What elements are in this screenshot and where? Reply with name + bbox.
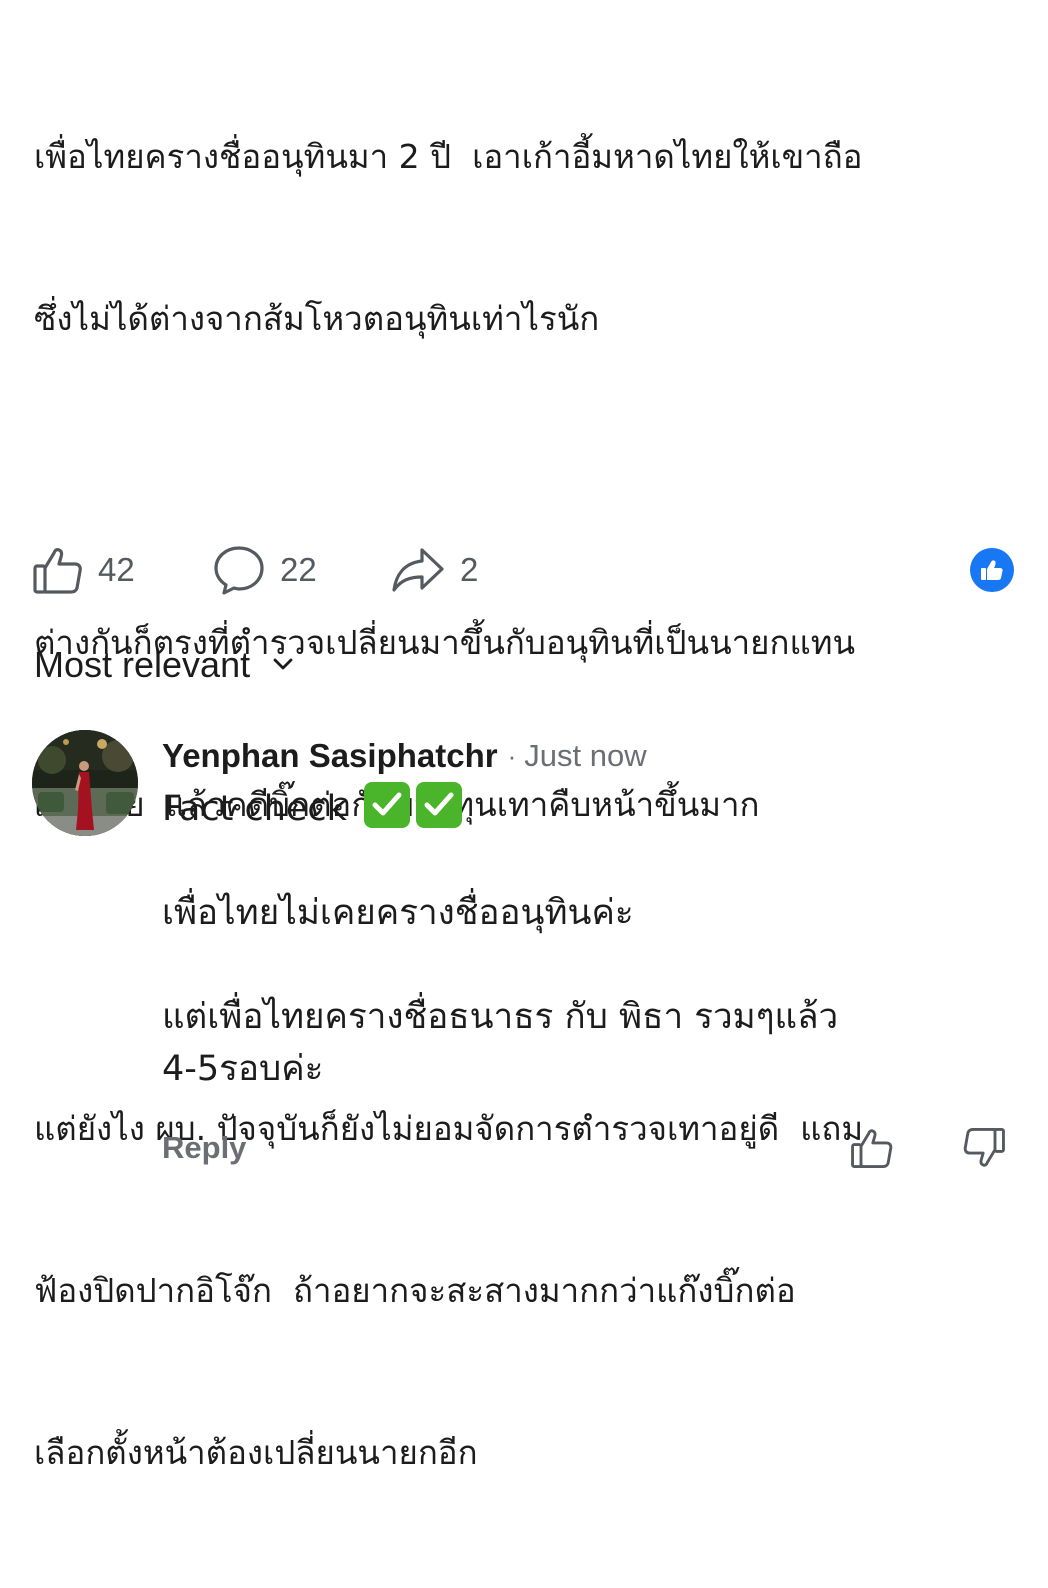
thumbs-down-icon [962, 1127, 1006, 1174]
reply-button[interactable]: Reply [162, 1130, 246, 1166]
comment-paragraph: เพื่อไทยไม่เคยครางชื่ออนุทินค่ะ [162, 887, 1022, 939]
separator-dot: · [507, 740, 517, 771]
chevron-down-icon [250, 656, 294, 675]
comment-actions: Reply [162, 1122, 1008, 1174]
post-line: เลือกตั้งหน้าต้องเปลี่ยนนายกอีก [34, 1433, 478, 1472]
comment-paragraph: แต่เพื่อไทยครางชื่อธนาธร กับ พิธา รวมๆแล… [162, 991, 1022, 1095]
share-arrow-icon [390, 544, 446, 596]
check-mark-button-icon [416, 782, 463, 828]
post-line: ฟ้องปิดปากอิโจ๊ก ถ้าอยากจะสะสางมากกว่าแก… [34, 1271, 796, 1310]
upvote-button[interactable] [850, 1126, 894, 1174]
post-actions-bar: 42 22 2 [32, 540, 1022, 600]
post-line: ซึ่งไม่ได้ต่างจากส้มโหวตอนุทินเท่าไรนัก [34, 299, 600, 338]
comment-sort-dropdown[interactable]: Most relevant [34, 640, 294, 690]
thumbs-up-icon [850, 1129, 894, 1174]
like-count: 42 [98, 551, 135, 588]
comment-text: Fact check เพื่อไทยไม่เคยครางชื่ออนุทินค… [162, 782, 1022, 1095]
sort-label: Most relevant [34, 644, 251, 685]
comment-paragraph: Fact check [162, 782, 1022, 835]
comment-line: แต่เพื่อไทยครางชื่อธนาธร กับ พิธา รวมๆแล… [162, 997, 839, 1037]
comment-header: Yenphan Sasiphatchr · Just now [162, 730, 1022, 782]
share-button[interactable]: 2 [390, 540, 478, 600]
share-count: 2 [460, 551, 479, 588]
thumbs-up-icon [32, 544, 84, 596]
comment-line: Fact check [162, 789, 347, 829]
check-mark-button-icon [364, 782, 411, 828]
author-name[interactable]: Yenphan Sasiphatchr [162, 737, 498, 775]
comment-button[interactable]: 22 [212, 540, 317, 600]
post-paragraph: เพื่อไทยครางชื่ออนุทินมา 2 ปี เอาเก้าอี้… [34, 22, 1024, 454]
speech-bubble-icon [212, 544, 266, 596]
avatar[interactable] [32, 730, 138, 836]
post-line: เพื่อไทยครางชื่ออนุทินมา 2 ปี เอาเก้าอี้… [34, 137, 863, 176]
comment-count: 22 [280, 551, 317, 588]
comment-line: เพื่อไทยไม่เคยครางชื่ออนุทินค่ะ [162, 893, 634, 933]
comment-line: 4-5รอบค่ะ [162, 1049, 324, 1089]
downvote-button[interactable] [962, 1126, 1006, 1174]
comment-body: Yenphan Sasiphatchr · Just now Fact chec… [162, 730, 1022, 1095]
like-reaction-badge-icon[interactable] [970, 548, 1014, 592]
timestamp[interactable]: Just now [524, 738, 646, 774]
like-button[interactable]: 42 [32, 540, 135, 600]
